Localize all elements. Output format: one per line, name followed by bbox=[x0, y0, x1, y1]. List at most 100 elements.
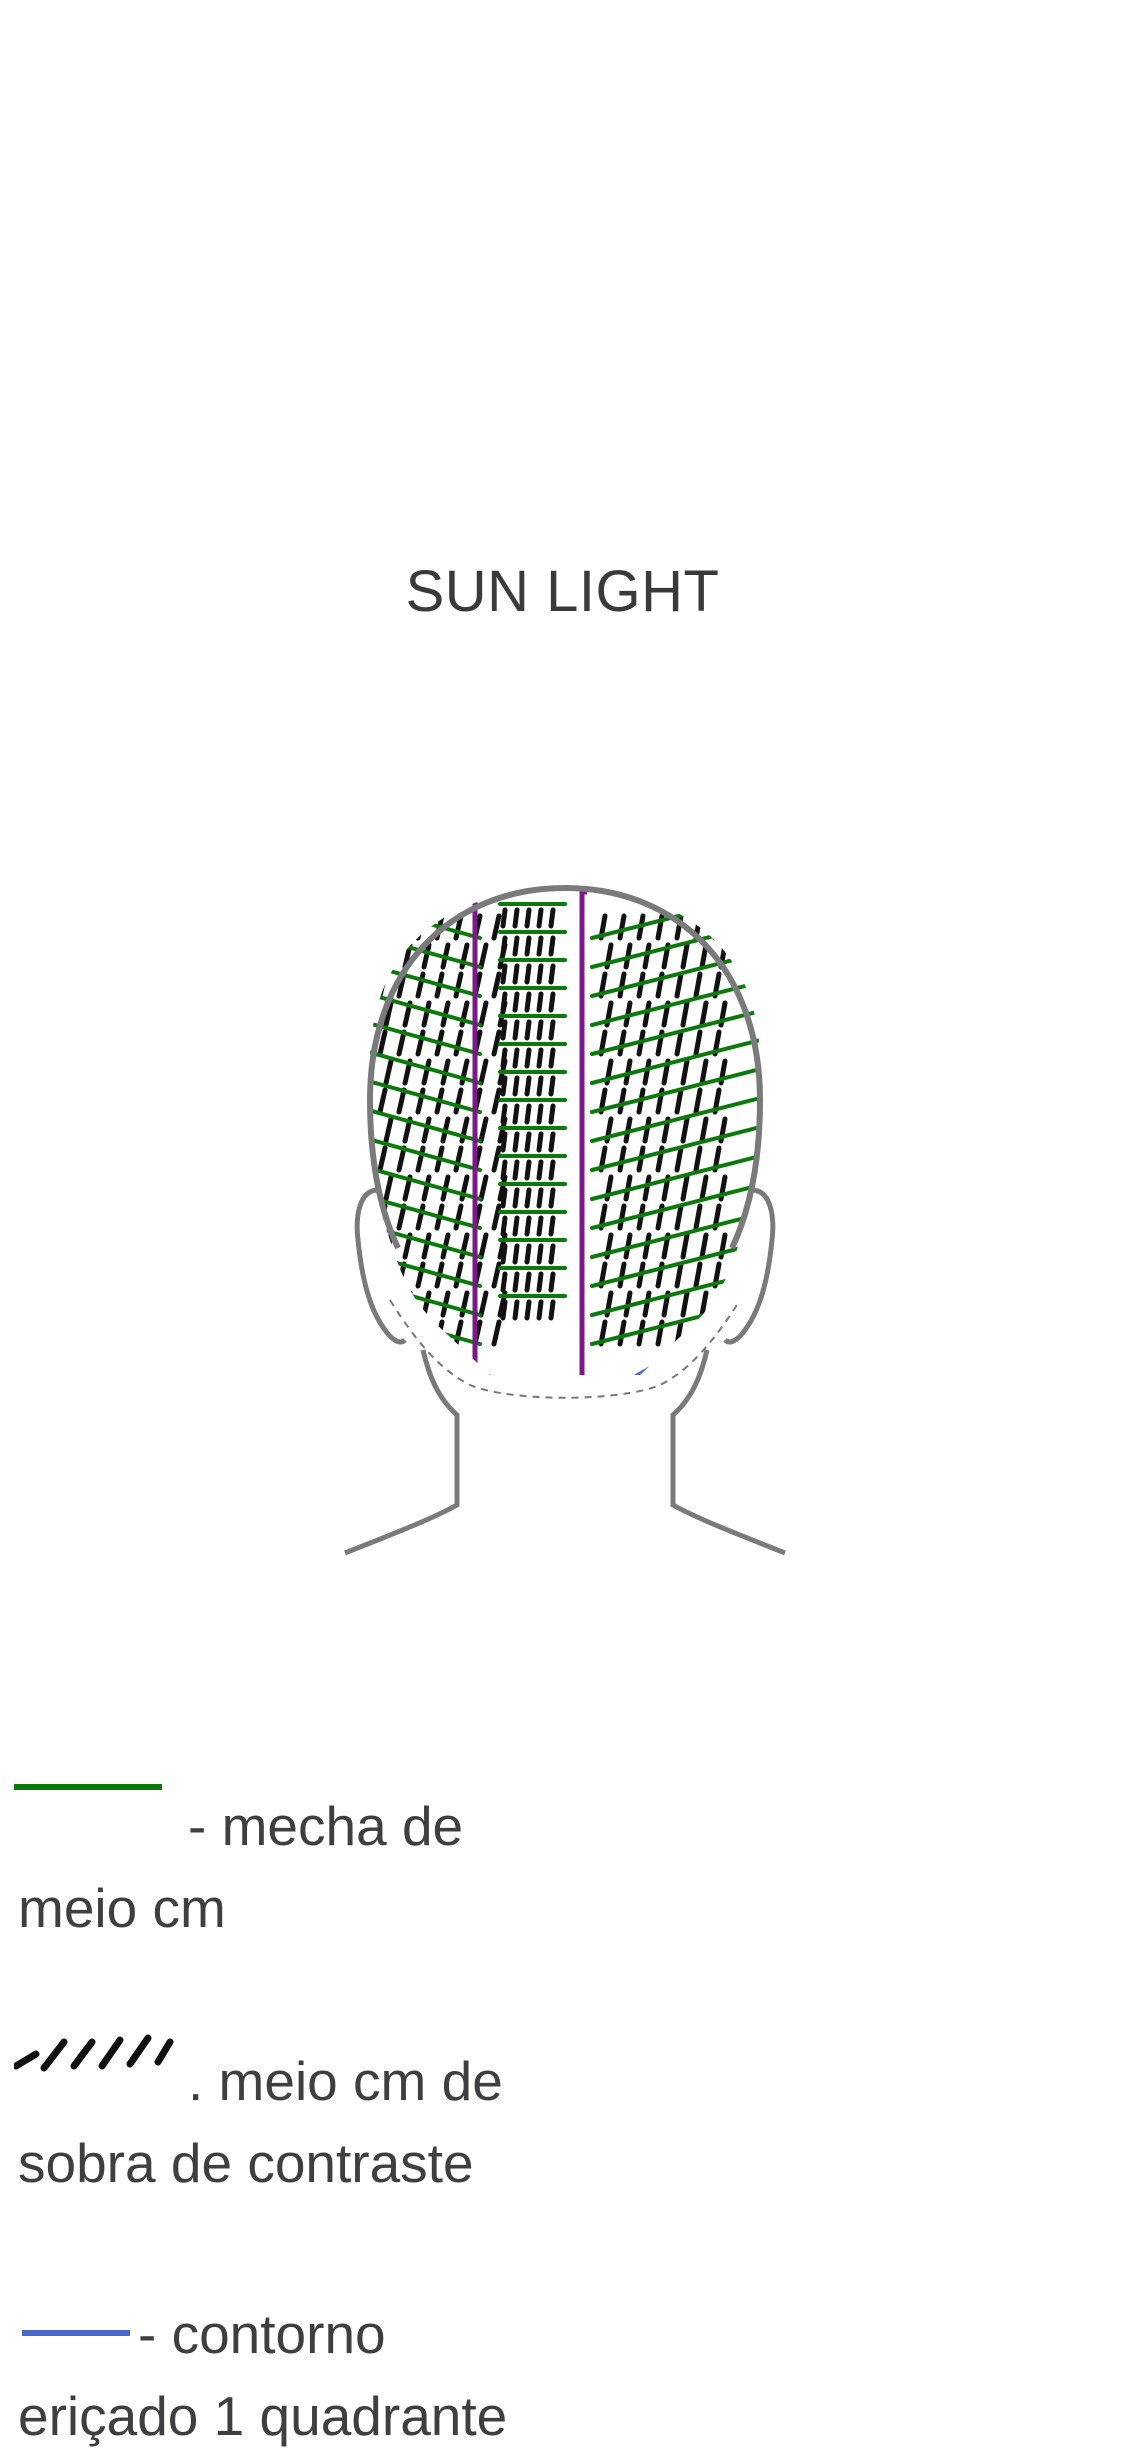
contrast-dash bbox=[491, 1145, 502, 1173]
contrast-dash bbox=[524, 1299, 532, 1321]
contrast-dash bbox=[512, 1047, 520, 1069]
mecha-line bbox=[369, 1219, 482, 1259]
contrast-dash bbox=[500, 935, 508, 957]
contrast-dash bbox=[548, 1131, 556, 1153]
contrast-dash bbox=[453, 1261, 464, 1289]
contrast-dash bbox=[548, 935, 556, 957]
contrast-dash bbox=[524, 1019, 532, 1041]
contrast-dash bbox=[699, 1058, 709, 1086]
contrast-dash bbox=[500, 907, 508, 929]
black-dashes-swatch bbox=[14, 2034, 174, 2072]
contrast-dash bbox=[699, 1290, 709, 1318]
contrast-dash bbox=[699, 1000, 709, 1028]
contrast-dash bbox=[617, 1029, 627, 1057]
contrast-dash bbox=[524, 935, 532, 957]
contrast-dash bbox=[548, 1047, 556, 1069]
contrast-dash bbox=[693, 1145, 703, 1173]
contrast-dash bbox=[415, 913, 426, 941]
contrast-dash bbox=[396, 1203, 407, 1231]
contrast-dash bbox=[491, 1029, 502, 1057]
contrast-dash bbox=[478, 1174, 489, 1202]
contrast-dash bbox=[434, 1319, 445, 1347]
contrast-dash bbox=[402, 1290, 413, 1318]
contrast-dash bbox=[421, 1174, 432, 1202]
contrast-dash bbox=[383, 1058, 394, 1086]
contrast-dash bbox=[548, 1019, 556, 1041]
contrast-dash bbox=[396, 1087, 407, 1115]
contrast-dash bbox=[536, 1103, 544, 1125]
contrast-dash bbox=[377, 913, 388, 941]
left-ear bbox=[354, 1187, 407, 1345]
contrast-dash bbox=[478, 1058, 489, 1086]
contrast-dash bbox=[524, 963, 532, 985]
contrast-dash bbox=[524, 1271, 532, 1293]
contrast-dash bbox=[524, 991, 532, 1013]
contrast-dash bbox=[617, 1145, 627, 1173]
head-back-diagram bbox=[344, 884, 786, 1556]
contrast-dash bbox=[693, 1029, 703, 1057]
contrast-dash bbox=[642, 942, 652, 970]
contrast-dash bbox=[536, 1299, 544, 1321]
contrast-dash bbox=[478, 1290, 489, 1318]
contrast-dash bbox=[500, 963, 508, 985]
contrast-dash bbox=[524, 1047, 532, 1069]
contrast-dash bbox=[500, 1131, 508, 1153]
contrast-dash bbox=[377, 1261, 388, 1289]
contrast-dash bbox=[512, 1243, 520, 1265]
contrast-dash bbox=[421, 1232, 432, 1260]
contrast-dash bbox=[396, 913, 407, 941]
contrast-dash bbox=[617, 913, 627, 941]
contrast-dash bbox=[491, 1319, 502, 1347]
legend-item-contorno: - contorno eriçado 1 quadrante bbox=[18, 2293, 758, 2457]
contrast-dash bbox=[524, 1215, 532, 1237]
hair-pattern bbox=[369, 888, 761, 1375]
contrast-dash bbox=[478, 1116, 489, 1144]
contrast-dash bbox=[512, 1103, 520, 1125]
contrast-dash bbox=[536, 991, 544, 1013]
contrast-dash bbox=[699, 1116, 709, 1144]
contrast-dash bbox=[512, 1019, 520, 1041]
contrast-dash bbox=[536, 1271, 544, 1293]
contrast-dash bbox=[536, 963, 544, 985]
contrast-dash bbox=[524, 1187, 532, 1209]
contrast-dash bbox=[453, 1029, 464, 1057]
contrast-dash bbox=[680, 1116, 690, 1144]
contrast-dash bbox=[500, 1299, 508, 1321]
contrast-dash bbox=[512, 1159, 520, 1181]
contrast-dash bbox=[680, 1232, 690, 1260]
contrast-dash bbox=[512, 991, 520, 1013]
contrast-dash bbox=[491, 913, 502, 941]
contorno-line bbox=[427, 1352, 503, 1375]
contrast-dash bbox=[693, 1261, 703, 1289]
contrast-dash bbox=[536, 1187, 544, 1209]
contrast-dash bbox=[512, 1075, 520, 1097]
contrast-dash bbox=[536, 1047, 544, 1069]
contrast-dash bbox=[453, 1087, 464, 1115]
contrast-dash bbox=[548, 907, 556, 929]
blue-line-swatch bbox=[22, 2330, 130, 2336]
contrast-dash bbox=[693, 1319, 703, 1347]
contrast-dash bbox=[383, 1232, 394, 1260]
contrast-dash bbox=[642, 1174, 652, 1202]
contrast-dash bbox=[536, 1215, 544, 1237]
contrast-dash bbox=[536, 1019, 544, 1041]
contrast-dash bbox=[548, 1271, 556, 1293]
contrast-dash bbox=[642, 1000, 652, 1028]
contrast-dash bbox=[512, 1131, 520, 1153]
contrast-dash bbox=[524, 1243, 532, 1265]
contrast-dash bbox=[674, 1261, 684, 1289]
contrast-dash bbox=[478, 1000, 489, 1028]
contrast-dash bbox=[421, 1000, 432, 1028]
contrast-dash bbox=[421, 1058, 432, 1086]
contrast-dash bbox=[491, 1087, 502, 1115]
contrast-dash bbox=[674, 1029, 684, 1057]
contrast-dash bbox=[548, 963, 556, 985]
contrast-dash bbox=[383, 1116, 394, 1144]
contrast-dash bbox=[642, 1116, 652, 1144]
contrast-dash bbox=[642, 1232, 652, 1260]
contrast-dash bbox=[377, 971, 388, 999]
contrast-dash bbox=[512, 1187, 520, 1209]
contrast-dash bbox=[617, 971, 627, 999]
contrast-dash bbox=[674, 971, 684, 999]
legend-text-1a: - mecha de bbox=[188, 1795, 464, 1857]
